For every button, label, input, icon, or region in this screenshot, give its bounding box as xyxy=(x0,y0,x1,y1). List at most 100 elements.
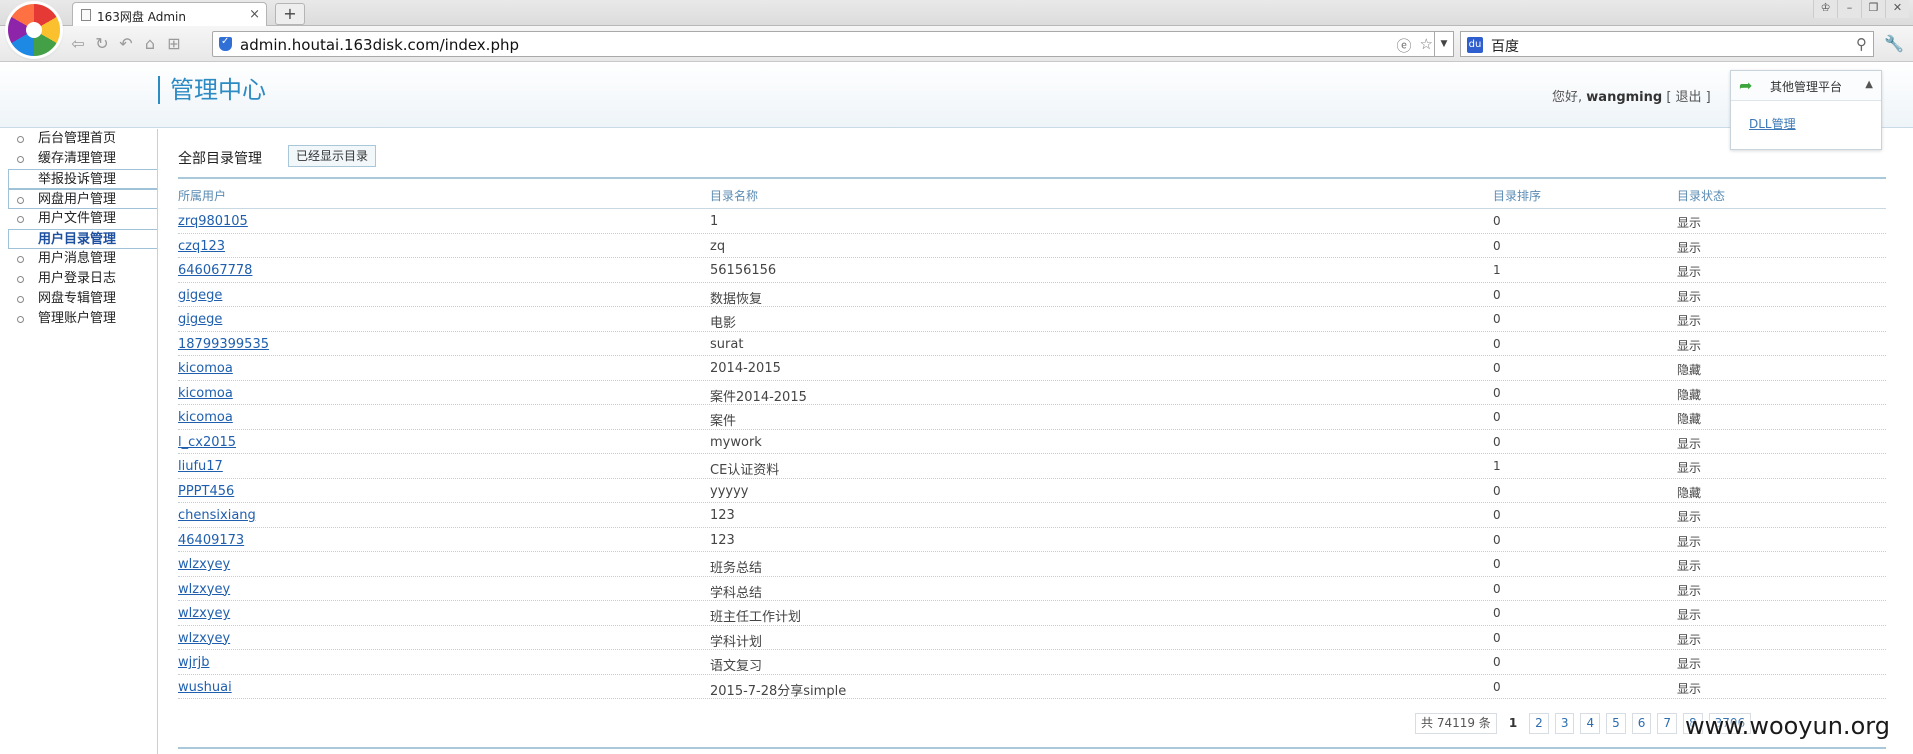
row-status: 隐藏 xyxy=(1677,387,1702,402)
row-user-link[interactable]: zrq980105 xyxy=(178,214,248,229)
row-order: 0 xyxy=(1493,287,1501,302)
favorite-star-icon[interactable]: ☆ xyxy=(1420,35,1433,56)
undo-icon[interactable]: ↶ xyxy=(116,34,136,54)
row-status: 显示 xyxy=(1677,265,1702,279)
row-user-link[interactable]: wlzxyey xyxy=(178,557,230,572)
new-tab-button[interactable]: + xyxy=(275,3,305,25)
apps-icon[interactable]: ⊞ xyxy=(164,34,184,54)
total-count: 共 74119 条 xyxy=(1415,712,1497,734)
address-bar[interactable]: admin.houtai.163disk.com/index.php ⓔ ☆ xyxy=(212,31,1438,57)
baidu-icon[interactable]: du xyxy=(1467,37,1483,53)
sidebar-item-label: 用户消息管理 xyxy=(38,251,117,266)
page-title: 管理中心 xyxy=(158,76,266,104)
table-row: liufu17 CE认证资料 1 显示 xyxy=(178,454,1886,479)
row-user-link[interactable]: wlzxyey xyxy=(178,606,230,621)
sidebar-item-label: 管理账户管理 xyxy=(38,311,117,326)
address-dropdown-icon[interactable]: ▼ xyxy=(1434,31,1454,57)
row-dir-name: mywork xyxy=(710,434,762,450)
skin-icon[interactable]: ♔ xyxy=(1813,0,1837,18)
row-user-link[interactable]: czq123 xyxy=(178,239,225,254)
search-icon[interactable]: ⚲ xyxy=(1856,35,1867,53)
bullet-icon xyxy=(17,156,24,163)
row-user-link[interactable]: chensixiang xyxy=(178,508,256,523)
table-row: l_cx2015 mywork 0 显示 xyxy=(178,430,1886,454)
row-dir-name: 电影 xyxy=(710,316,737,331)
browser-tab[interactable]: 163网盘 Admin × xyxy=(72,2,267,27)
maximize-icon[interactable]: ❐ xyxy=(1861,0,1885,18)
sidebar-item-admin-accounts[interactable]: 管理账户管理 xyxy=(0,309,157,329)
sidebar-item-label: 网盘专辑管理 xyxy=(38,291,117,306)
page-link[interactable]: 3 xyxy=(1554,712,1575,734)
row-dir-name: 123 xyxy=(710,508,735,523)
refresh-icon[interactable]: ↻ xyxy=(92,34,112,54)
sidebar: 后台管理首页 缓存清理管理 举报投诉管理 网盘用户管理 用户文件管理 用户目录管… xyxy=(0,129,158,754)
page-link[interactable]: 6 xyxy=(1631,712,1652,734)
page-link[interactable]: 4 xyxy=(1580,712,1601,734)
row-user-link[interactable]: wlzxyey xyxy=(178,582,230,597)
row-user-link[interactable]: kicomoa xyxy=(178,361,233,376)
logout-link[interactable]: [ 退出 ] xyxy=(1666,90,1710,105)
sidebar-item-disk-users[interactable]: 网盘用户管理 xyxy=(8,189,157,209)
sidebar-item-home[interactable]: 后台管理首页 xyxy=(0,129,157,149)
column-header-status[interactable]: 目录状态 xyxy=(1677,187,1725,204)
row-user-link[interactable]: gigege xyxy=(178,312,222,327)
sidebar-item-reports[interactable]: 举报投诉管理 xyxy=(8,169,157,189)
row-user-link[interactable]: 46409173 xyxy=(178,533,244,548)
table-row: 18799399535 surat 0 显示 xyxy=(178,332,1886,356)
tools-icon[interactable]: 🔧 xyxy=(1884,34,1904,53)
close-tab-icon[interactable]: × xyxy=(249,7,260,22)
row-status: 显示 xyxy=(1677,436,1702,451)
row-order: 0 xyxy=(1493,581,1501,596)
row-user-link[interactable]: wlzxyey xyxy=(178,631,230,646)
row-user-link[interactable]: kicomoa xyxy=(178,410,233,425)
row-user-link[interactable]: l_cx2015 xyxy=(178,435,236,450)
shown-directories-button[interactable]: 已经显示目录 xyxy=(288,145,377,167)
table-body: zrq980105 1 0 显示 czq123 zq 0 显示 646067778 5615615… xyxy=(178,209,1886,699)
row-user-link[interactable]: kicomoa xyxy=(178,386,233,401)
row-dir-name: 班务总结 xyxy=(710,561,763,576)
bullet-icon xyxy=(17,296,24,303)
home-icon[interactable]: ⌂ xyxy=(140,34,160,54)
search-bar[interactable]: du 百度 ⚲ xyxy=(1460,31,1874,57)
minimize-icon[interactable]: – xyxy=(1837,0,1861,18)
page-link[interactable]: 7 xyxy=(1657,712,1678,734)
column-header-user[interactable]: 所属用户 xyxy=(178,187,226,204)
page-link[interactable]: 2 xyxy=(1529,712,1549,734)
page-link[interactable]: 5 xyxy=(1606,712,1626,734)
sidebar-item-user-dirs[interactable]: 用户目录管理 xyxy=(8,229,157,249)
table-row: zrq980105 1 0 显示 xyxy=(178,209,1886,234)
column-header-order[interactable]: 目录排序 xyxy=(1493,187,1541,204)
row-status: 显示 xyxy=(1677,583,1702,598)
browser-logo[interactable] xyxy=(8,4,60,56)
row-dir-name: 2015-7-28分享simple xyxy=(710,683,847,699)
sidebar-item-cache[interactable]: 缓存清理管理 xyxy=(0,149,157,169)
back-icon[interactable]: ⇦ xyxy=(68,34,88,54)
table-row: kicomoa 案件 0 隐藏 xyxy=(178,405,1886,430)
user-greeting: 您好, wangming [ 退出 ] xyxy=(1552,86,1711,105)
sidebar-item-user-files[interactable]: 用户文件管理 xyxy=(0,209,157,229)
address-url[interactable]: admin.houtai.163disk.com/index.php xyxy=(240,36,519,54)
row-user-link[interactable]: wushuai xyxy=(178,680,232,695)
row-order: 0 xyxy=(1493,655,1501,669)
row-user-link[interactable]: gigege xyxy=(178,288,222,303)
sidebar-item-login-log[interactable]: 用户登录日志 xyxy=(0,269,157,289)
sidebar-item-albums[interactable]: 网盘专辑管理 xyxy=(0,289,157,309)
table-row: wlzxyey 学科计划 0 显示 xyxy=(178,626,1886,650)
caret-up-icon[interactable]: ▲ xyxy=(1865,79,1873,90)
row-user-link[interactable]: wjrjb xyxy=(178,655,209,670)
platform-item-dll[interactable]: DLL管理 xyxy=(1749,115,1796,132)
sidebar-item-messages[interactable]: 用户消息管理 xyxy=(0,249,157,269)
row-order: 0 xyxy=(1493,361,1501,375)
row-user-link[interactable]: PPPT456 xyxy=(178,484,234,499)
row-status: 隐藏 xyxy=(1677,485,1702,500)
row-status: 显示 xyxy=(1677,338,1702,353)
column-header-name[interactable]: 目录名称 xyxy=(710,187,758,204)
row-user-link[interactable]: 18799399535 xyxy=(178,337,269,352)
other-platform-menu[interactable]: ➦ 其他管理平台 ▲ DLL管理 xyxy=(1730,70,1882,150)
row-user-link[interactable]: liufu17 xyxy=(178,459,223,474)
table-row: 46409173 123 0 显示 xyxy=(178,528,1886,552)
row-user-link[interactable]: 646067778 xyxy=(178,263,252,278)
ie-mode-icon[interactable]: ⓔ xyxy=(1397,35,1412,56)
close-window-icon[interactable]: ✕ xyxy=(1885,0,1909,18)
platform-menu-header[interactable]: ➦ 其他管理平台 ▲ xyxy=(1731,71,1881,101)
